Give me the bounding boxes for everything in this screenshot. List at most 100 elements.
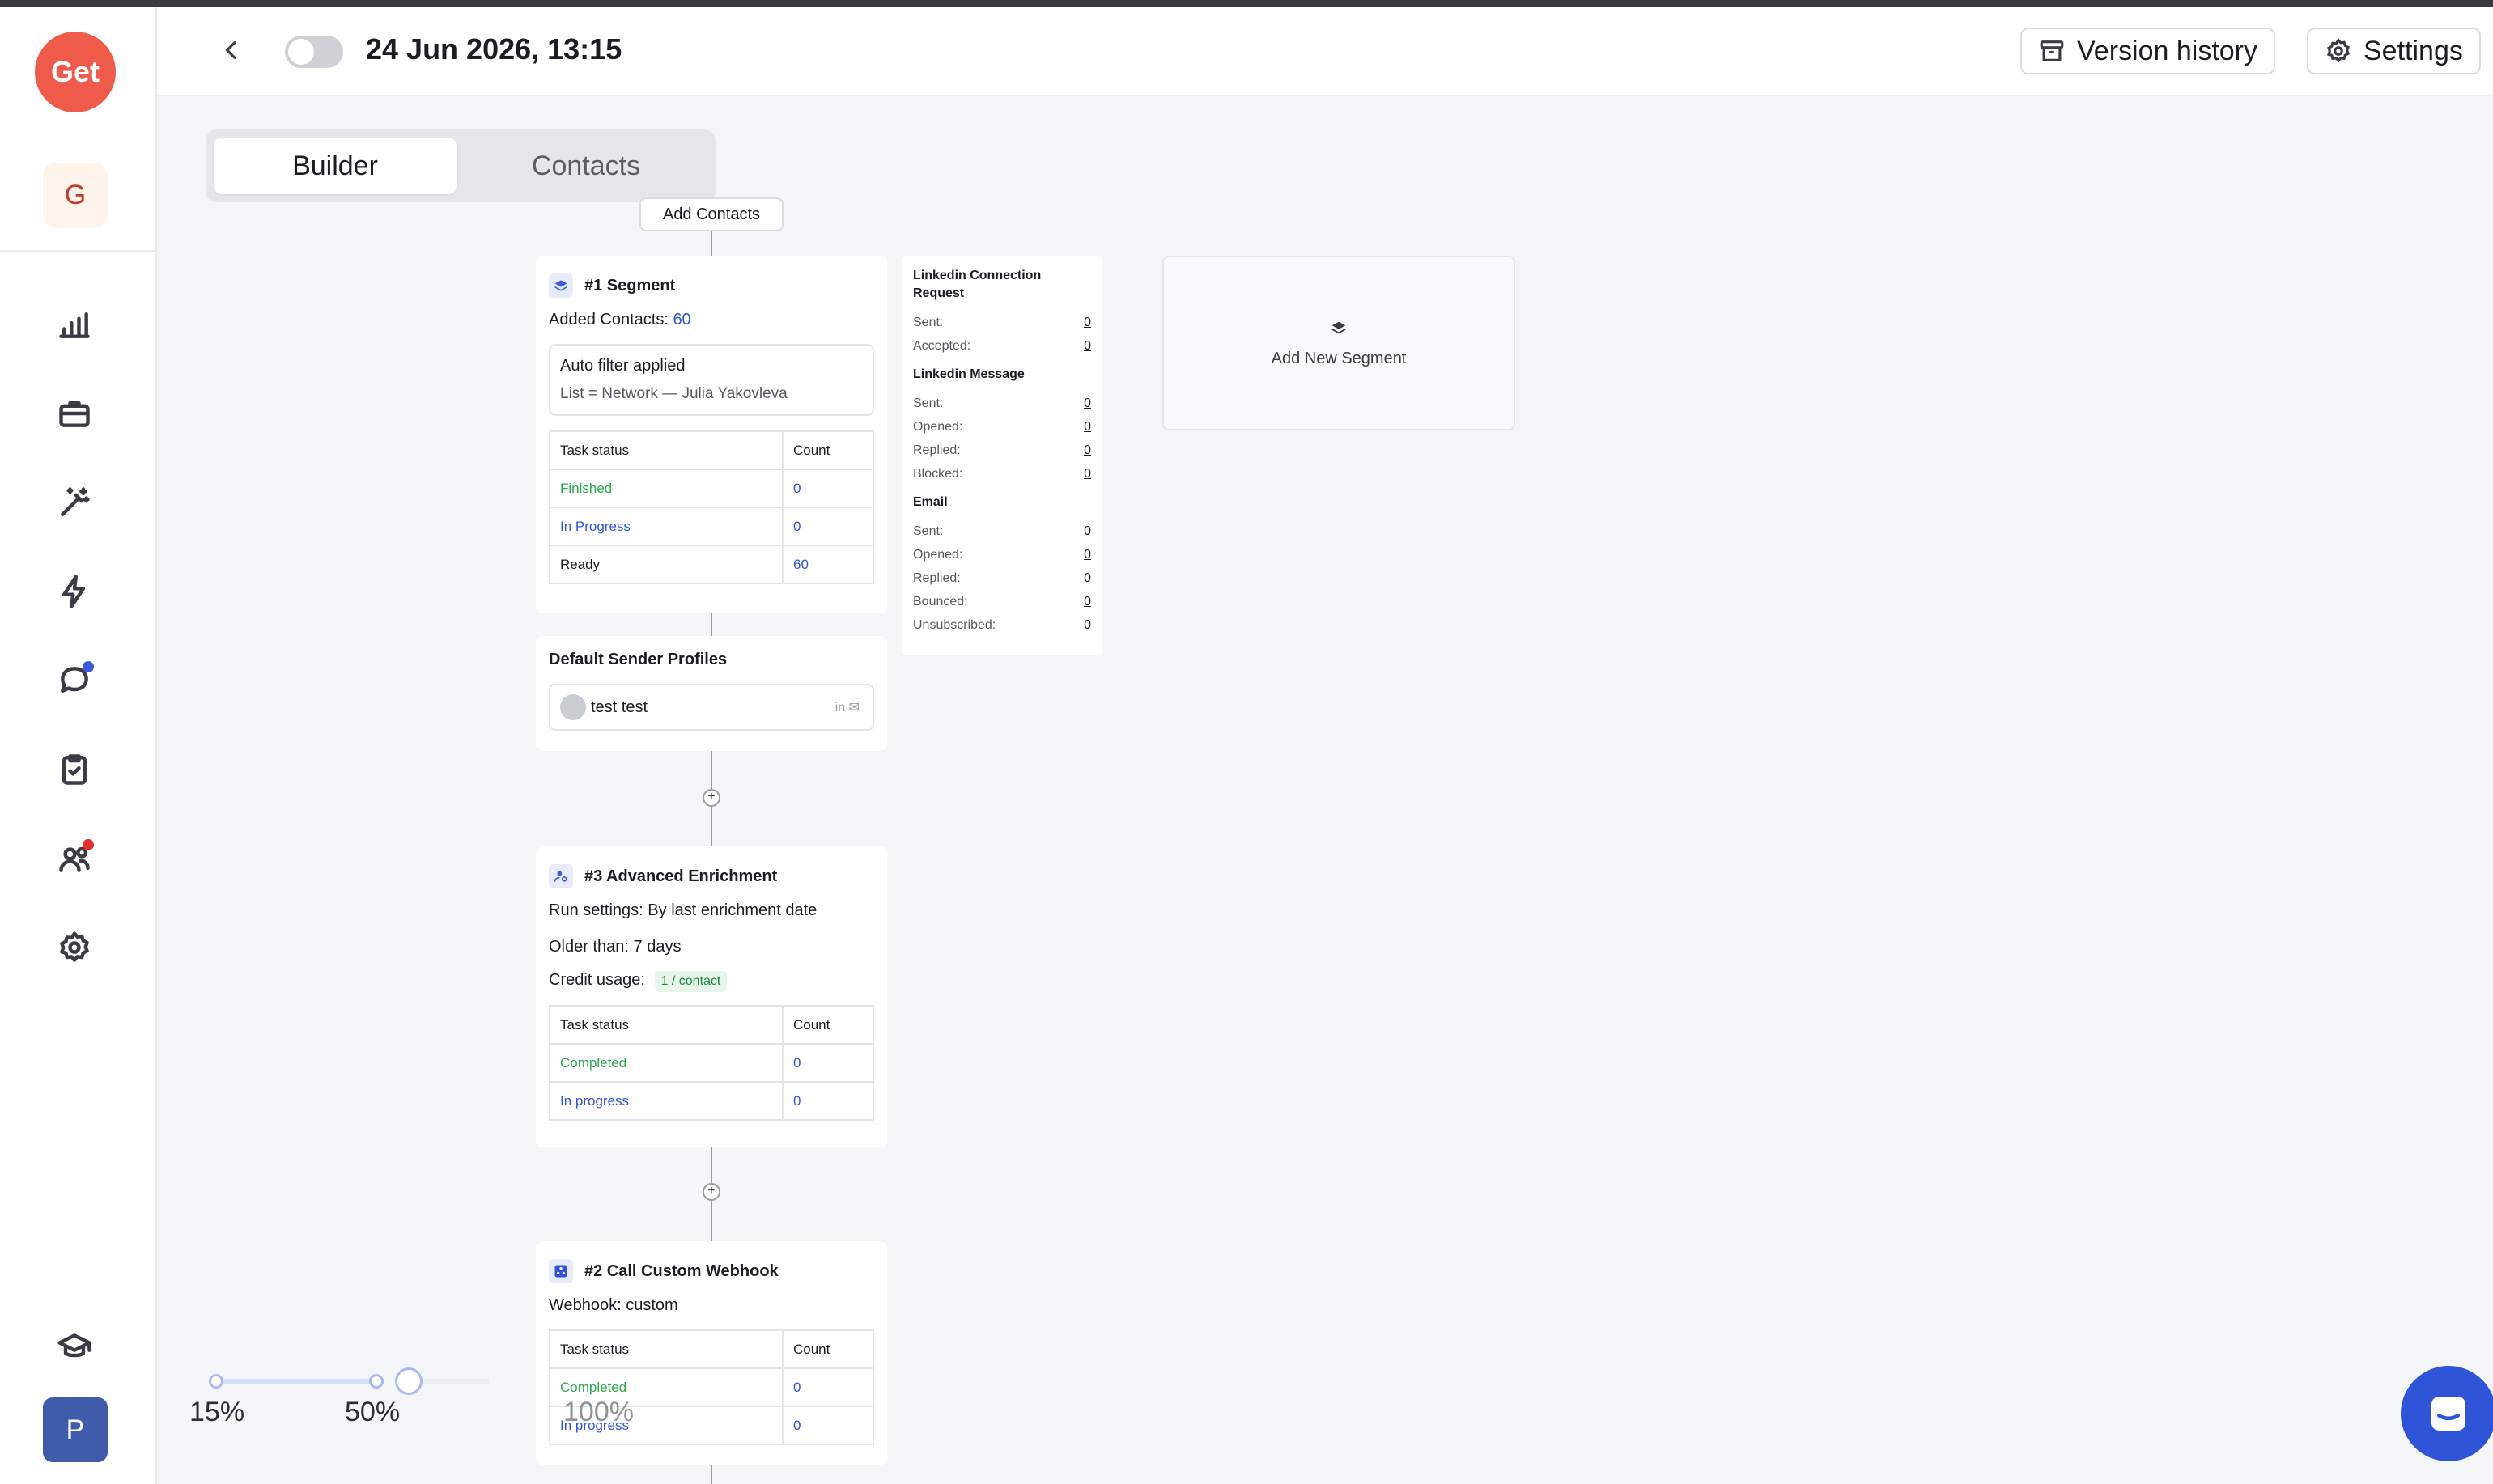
stat-value[interactable]: 0 — [1084, 420, 1091, 435]
stat-value[interactable]: 0 — [1084, 396, 1091, 411]
linkedin-message-title: Linkedin Message — [913, 367, 1025, 381]
linkedin-connection-title: Linkedin Connection Request — [913, 269, 1042, 300]
stat-label: Blocked: — [913, 466, 963, 481]
briefcase-icon[interactable] — [53, 392, 96, 435]
chat-icon — [2431, 1397, 2465, 1431]
credit-usage-badge: 1 / contact — [654, 971, 728, 992]
add-contacts-button[interactable]: Add Contacts — [639, 197, 784, 231]
back-button[interactable] — [217, 36, 246, 65]
stat-label: Sent: — [913, 524, 944, 538]
stat-label: Unsubscribed: — [913, 617, 996, 632]
tab-contacts[interactable]: Contacts — [465, 138, 707, 194]
stat-value[interactable]: 0 — [1084, 316, 1091, 330]
webhook-card[interactable]: #2 Call Custom Webhook Webhook: custom T… — [536, 1241, 887, 1465]
zoom-stop[interactable] — [209, 1374, 223, 1389]
status-cell: Completed — [550, 1044, 784, 1083]
enrichment-card[interactable]: #3 Advanced Enrichment Run settings: By … — [536, 846, 887, 1147]
chat-icon[interactable] — [53, 659, 96, 702]
users-icon[interactable] — [53, 837, 96, 880]
webhook-value: custom — [626, 1296, 678, 1314]
clipboard-check-icon[interactable] — [53, 748, 96, 791]
analytics-icon[interactable] — [53, 303, 96, 346]
stat-value[interactable]: 0 — [1084, 571, 1091, 586]
status-cell: Ready — [550, 545, 784, 583]
graduation-cap-icon[interactable] — [53, 1326, 96, 1368]
count-cell[interactable]: 60 — [783, 545, 873, 583]
tab-builder[interactable]: Builder — [214, 138, 457, 194]
count-cell[interactable]: 0 — [783, 1406, 873, 1444]
stat-value[interactable]: 0 — [1084, 524, 1091, 539]
enrichment-task-table: Task status Count Completed 0 In progress 0 — [549, 1005, 874, 1121]
stat-label: Bounced: — [913, 594, 968, 608]
table-row: In progress 0 — [550, 1082, 873, 1120]
version-history-label: Version history — [2077, 35, 2257, 66]
workspace-switcher[interactable]: G — [43, 163, 108, 227]
stat-label: Replied: — [913, 570, 961, 585]
credit-usage-label: Credit usage: — [549, 971, 645, 989]
archive-icon — [2040, 40, 2064, 61]
stat-label: Opened: — [913, 547, 963, 562]
zoom-track — [214, 1379, 384, 1384]
add-step-button[interactable]: + — [703, 789, 720, 807]
app-logo[interactable]: Get — [35, 32, 116, 112]
col-count: Count — [783, 1006, 873, 1045]
stat-label: Accepted: — [913, 338, 971, 353]
webhook-label: Webhook: — [549, 1296, 622, 1314]
add-new-segment-label: Add New Segment — [1271, 349, 1407, 367]
older-than-value: 7 days — [633, 938, 682, 956]
add-new-segment-button[interactable]: Add New Segment — [1162, 256, 1515, 430]
added-contacts-value[interactable]: 60 — [673, 311, 690, 329]
stat-label: Opened: — [913, 419, 963, 434]
stat-label: Sent: — [913, 315, 944, 329]
count-cell[interactable]: 0 — [783, 469, 873, 508]
stat-value[interactable]: 0 — [1084, 618, 1091, 633]
users-notification-dot — [83, 839, 94, 850]
segment-card[interactable]: #1 Segment Added Contacts: 60 Auto filte… — [536, 256, 887, 613]
stat-label: Sent: — [913, 396, 944, 410]
user-search-icon — [549, 864, 573, 888]
zoom-stop[interactable] — [369, 1374, 384, 1389]
add-step-button[interactable]: + — [703, 1183, 720, 1201]
version-history-button[interactable]: Version history — [2020, 28, 2275, 74]
chevron-left-icon — [225, 41, 236, 59]
sender-profiles-title: Default Sender Profiles — [549, 651, 728, 668]
run-settings-value: By last enrichment date — [648, 901, 818, 919]
user-avatar[interactable]: P — [43, 1397, 108, 1462]
gear-icon[interactable] — [53, 926, 96, 969]
col-count: Count — [783, 1330, 873, 1369]
lightning-icon[interactable] — [53, 570, 96, 613]
added-contacts-label: Added Contacts: — [549, 311, 669, 329]
channel-stats-panel: Linkedin Connection Request Sent: 0 Accep… — [902, 256, 1102, 655]
stat-value[interactable]: 0 — [1084, 467, 1091, 481]
col-count: Count — [783, 431, 873, 470]
linkedin-email-icons: in ✉ — [835, 701, 860, 714]
col-task-status: Task status — [550, 1330, 784, 1369]
campaign-active-toggle[interactable] — [285, 36, 343, 68]
count-cell[interactable]: 0 — [783, 1368, 873, 1407]
sidebar-divider — [0, 250, 155, 252]
status-cell: Finished — [550, 469, 784, 508]
stat-value[interactable]: 0 — [1084, 548, 1091, 562]
count-cell[interactable]: 0 — [783, 1044, 873, 1083]
window-top-bar — [0, 0, 2493, 7]
stat-value[interactable]: 0 — [1084, 595, 1091, 609]
segment-title: #1 Segment — [584, 276, 676, 295]
connector-line — [711, 1465, 712, 1484]
filter-title: Auto filter applied — [560, 357, 686, 375]
table-row: Completed 0 — [550, 1044, 873, 1083]
count-cell[interactable]: 0 — [783, 1082, 873, 1120]
count-cell[interactable]: 0 — [783, 507, 873, 546]
settings-button[interactable]: Settings — [2307, 28, 2481, 74]
page-title: 24 Jun 2026, 13:15 — [366, 32, 622, 66]
run-settings-label: Run settings: — [549, 901, 643, 919]
zoom-handle[interactable] — [395, 1367, 423, 1395]
stat-value[interactable]: 0 — [1084, 339, 1091, 354]
support-chat-button[interactable] — [2401, 1366, 2493, 1461]
sender-profiles-card[interactable]: Default Sender Profiles test test in ✉ — [536, 636, 887, 751]
sidebar: Get G P — [0, 7, 157, 1484]
person-icon — [560, 694, 586, 720]
sender-profile-item[interactable]: test test in ✉ — [549, 684, 874, 731]
status-cell: In progress — [550, 1082, 784, 1120]
stat-value[interactable]: 0 — [1084, 443, 1091, 458]
magic-wand-icon[interactable] — [53, 481, 96, 524]
